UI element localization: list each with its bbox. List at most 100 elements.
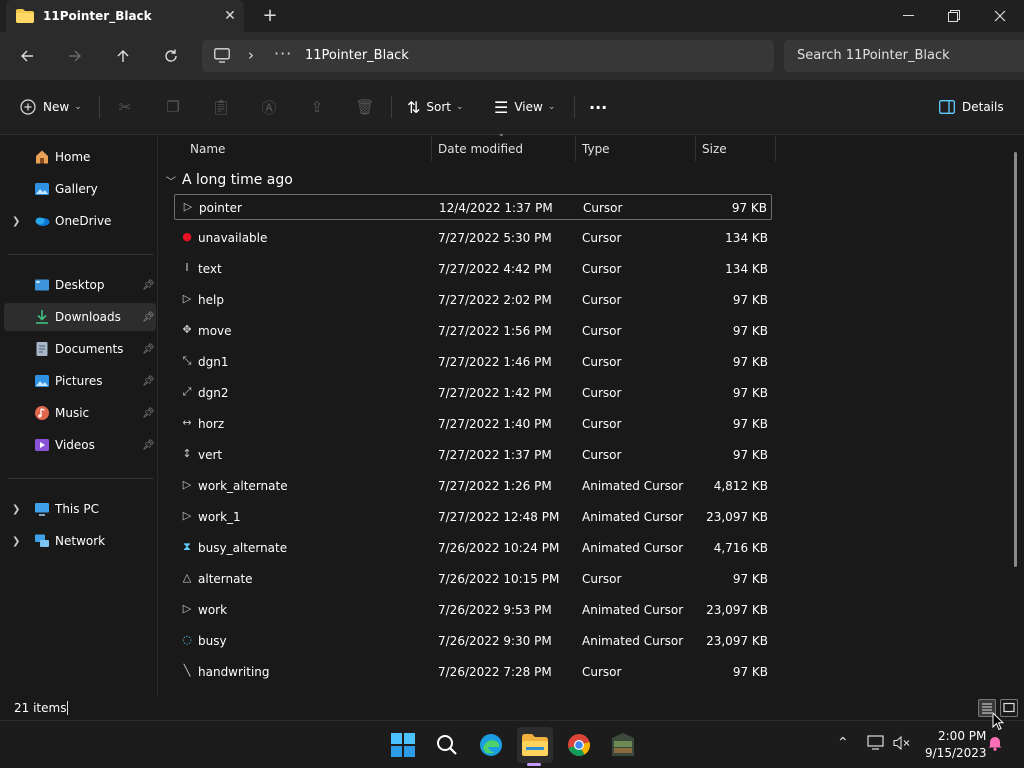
file-size: 97 KB bbox=[732, 665, 768, 679]
file-size: 23,097 KB bbox=[706, 510, 768, 524]
file-row[interactable]: ⤢ dgn2 7/27/2022 1:42 PM Cursor 97 KB bbox=[174, 380, 772, 406]
network-status-icon[interactable] bbox=[867, 735, 885, 755]
sidebar-item-pictures[interactable]: Pictures 📌︎ bbox=[4, 367, 156, 395]
file-size: 23,097 KB bbox=[706, 603, 768, 617]
pin-icon[interactable]: 📌︎ bbox=[142, 280, 155, 291]
search-placeholder: Search 11Pointer_Black bbox=[797, 48, 950, 63]
search-input[interactable]: Search 11Pointer_Black bbox=[784, 40, 1024, 72]
chevron-right-icon[interactable]: ❯ bbox=[12, 216, 20, 227]
file-row[interactable]: ⧗ busy_alternate 7/26/2022 10:24 PM Animate… bbox=[174, 535, 772, 561]
forward-arrow-icon[interactable] bbox=[61, 42, 89, 70]
divider bbox=[8, 254, 154, 255]
file-date: 7/27/2022 1:46 PM bbox=[438, 355, 552, 369]
file-row[interactable]: ✥ move 7/27/2022 1:56 PM Cursor 97 KB bbox=[174, 318, 772, 344]
new-button[interactable]: New ⌄ bbox=[20, 94, 82, 120]
file-date: 7/26/2022 7:28 PM bbox=[438, 665, 552, 679]
share-icon[interactable]: ⇪ bbox=[305, 95, 329, 119]
sidebar-item-documents[interactable]: Documents 📌︎ bbox=[4, 335, 156, 363]
pin-icon[interactable]: 📌︎ bbox=[142, 312, 155, 323]
file-row[interactable]: ▷ work_alternate 7/27/2022 1:26 PM Animated… bbox=[174, 473, 772, 499]
file-row[interactable]: Itext 7/27/2022 4:42 PM Cursor 134 KB bbox=[174, 256, 772, 282]
view-button[interactable]: ☰ View ⌄ bbox=[494, 94, 555, 120]
file-row[interactable]: ▷ work_1 7/27/2022 12:48 PM Animated Cursor… bbox=[174, 504, 772, 530]
address-input[interactable]: › ··· 11Pointer_Black bbox=[202, 40, 774, 72]
chevron-right-icon[interactable]: ❯ bbox=[12, 504, 20, 515]
window-tab[interactable]: 11Pointer_Black ✕ bbox=[6, 0, 244, 32]
file-row[interactable]: ↕ vert 7/27/2022 1:37 PM Cursor 97 KB bbox=[174, 442, 772, 468]
column-header-date[interactable]: ⌄ Date modified bbox=[432, 129, 576, 161]
volume-muted-icon[interactable] bbox=[893, 735, 911, 755]
delete-icon[interactable]: 🗑︎ bbox=[353, 95, 377, 119]
restore-icon[interactable] bbox=[931, 0, 977, 32]
sidebar-item-onedrive[interactable]: ❯ OneDrive bbox=[4, 207, 156, 235]
pin-icon[interactable]: 📌︎ bbox=[142, 408, 155, 419]
clock-time[interactable]: 2:00 PM bbox=[938, 729, 986, 743]
file-row[interactable]: ● unavailable 7/27/2022 5:30 PM Cursor 134 K… bbox=[174, 225, 772, 251]
cursor-file-icon: ↕ bbox=[182, 447, 192, 460]
sidebar-item-desktop[interactable]: Desktop 📌︎ bbox=[4, 271, 156, 299]
minimize-icon[interactable] bbox=[885, 0, 931, 32]
sidebar-item-this-pc[interactable]: ❯ This PC bbox=[4, 495, 156, 523]
file-row[interactable]: △ alternate 7/26/2022 10:15 PM Cursor 97 KB bbox=[174, 566, 772, 592]
clock-date[interactable]: 9/15/2023 bbox=[925, 746, 987, 760]
sidebar-item-gallery[interactable]: Gallery bbox=[4, 175, 156, 203]
search-taskbar-button[interactable] bbox=[429, 727, 465, 763]
file-date: 12/4/2022 1:37 PM bbox=[439, 201, 553, 215]
file-row[interactable]: ◌ busy 7/26/2022 9:30 PM Animated Cursor 23,… bbox=[174, 628, 772, 654]
pin-icon[interactable]: 📌︎ bbox=[142, 376, 155, 387]
divider bbox=[574, 96, 575, 118]
plus-circle-icon bbox=[20, 99, 36, 115]
up-arrow-icon[interactable] bbox=[109, 42, 137, 70]
pin-icon[interactable]: 📌︎ bbox=[142, 344, 155, 355]
cursor-file-icon: ▷ bbox=[182, 602, 192, 615]
cut-icon[interactable]: ✂ bbox=[113, 95, 137, 119]
file-explorer-taskbar-button[interactable] bbox=[517, 727, 553, 763]
file-row[interactable]: ↔ horz 7/27/2022 1:40 PM Cursor 97 KB bbox=[174, 411, 772, 437]
chevron-up-icon[interactable]: ⌃ bbox=[837, 735, 849, 751]
edge-taskbar-button[interactable] bbox=[473, 727, 509, 763]
close-tab-icon[interactable]: ✕ bbox=[219, 5, 241, 27]
refresh-icon[interactable] bbox=[157, 42, 185, 70]
sidebar-item-home[interactable]: Home bbox=[4, 143, 156, 171]
file-name: text bbox=[198, 262, 222, 276]
column-header-name[interactable]: Name bbox=[184, 136, 432, 161]
back-arrow-icon[interactable] bbox=[13, 42, 41, 70]
sort-button[interactable]: ⇅ Sort ⌄ bbox=[407, 94, 464, 120]
cursor-file-icon: △ bbox=[182, 571, 192, 584]
file-row[interactable]: ╲ handwriting 7/26/2022 7:28 PM Cursor 97 KB bbox=[174, 659, 772, 685]
file-row[interactable]: ⤡ dgn1 7/27/2022 1:46 PM Cursor 97 KB bbox=[174, 349, 772, 375]
new-tab-button[interactable]: + bbox=[258, 5, 282, 27]
pin-icon[interactable]: 📌︎ bbox=[142, 440, 155, 451]
cursor-file-icon: I bbox=[185, 261, 189, 274]
column-header-size[interactable]: Size bbox=[696, 136, 776, 161]
paste-icon[interactable]: 📋︎ bbox=[209, 95, 233, 119]
sidebar-item-downloads[interactable]: Downloads 📌︎ bbox=[4, 303, 156, 331]
chevron-right-icon[interactable]: ❯ bbox=[12, 536, 20, 547]
more-options-icon[interactable]: ··· bbox=[589, 94, 607, 120]
sidebar-item-network[interactable]: ❯ Network bbox=[4, 527, 156, 555]
breadcrumb-separator[interactable]: › bbox=[248, 46, 254, 64]
file-type: Cursor bbox=[582, 324, 622, 338]
game-taskbar-button[interactable] bbox=[605, 727, 641, 763]
file-row[interactable]: ▷ help 7/27/2022 2:02 PM Cursor 97 KB bbox=[174, 287, 772, 313]
file-row[interactable]: ▷ work 7/26/2022 9:53 PM Animated Cursor 23,… bbox=[174, 597, 772, 623]
sidebar-item-videos[interactable]: Videos 📌︎ bbox=[4, 431, 156, 459]
details-button[interactable]: Details bbox=[939, 94, 1004, 120]
rename-icon[interactable]: Ⓐ bbox=[257, 95, 281, 119]
file-type: Animated Cursor bbox=[582, 479, 684, 493]
file-date: 7/27/2022 1:26 PM bbox=[438, 479, 552, 493]
notification-bell-icon[interactable] bbox=[987, 735, 1003, 755]
divider bbox=[99, 96, 100, 118]
vertical-scrollbar[interactable] bbox=[1014, 152, 1017, 567]
column-header-type[interactable]: Type bbox=[576, 136, 696, 161]
chrome-taskbar-button[interactable] bbox=[561, 727, 597, 763]
file-row[interactable]: ▷ pointer 12/4/2022 1:37 PM Cursor 97 KB bbox=[174, 194, 772, 220]
close-window-icon[interactable] bbox=[977, 0, 1023, 32]
cursor-file-icon: ● bbox=[182, 230, 192, 243]
start-button[interactable] bbox=[385, 727, 421, 763]
group-header[interactable]: ﹀ A long time ago bbox=[166, 169, 293, 191]
breadcrumb-current[interactable]: 11Pointer_Black bbox=[305, 48, 409, 63]
sidebar-item-music[interactable]: Music 📌︎ bbox=[4, 399, 156, 427]
breadcrumb-overflow[interactable]: ··· bbox=[274, 44, 292, 63]
copy-icon[interactable]: ❐ bbox=[161, 95, 185, 119]
